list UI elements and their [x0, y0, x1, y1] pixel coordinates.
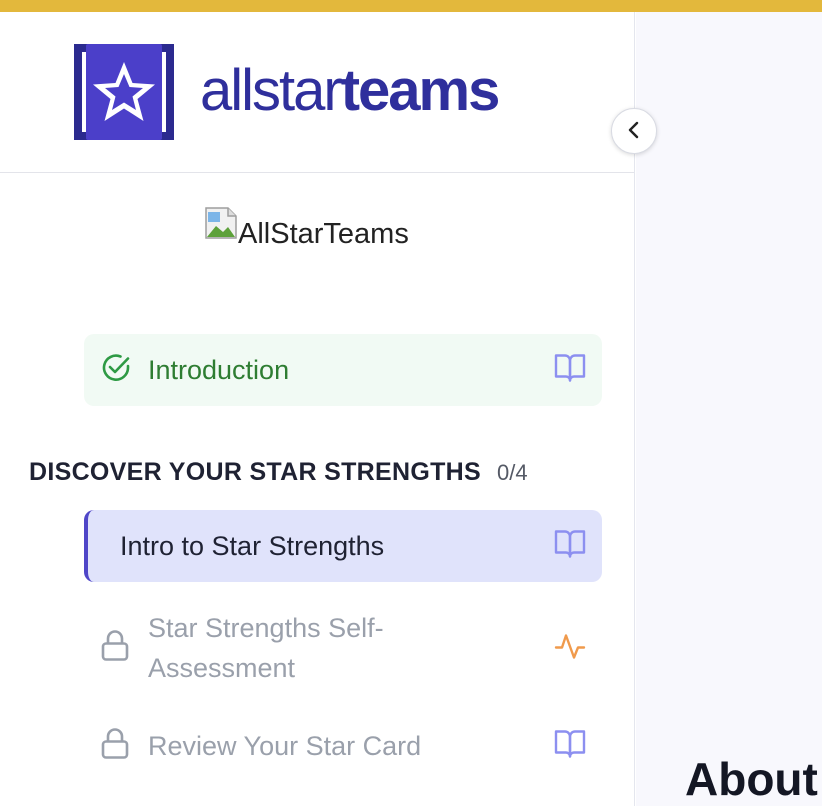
broken-image-icon [204, 206, 238, 245]
sidebar: allstarteams AllStarTeams Introduction D… [0, 12, 635, 806]
nav-item-label: Introduction [148, 355, 290, 385]
chevron-left-icon [624, 120, 644, 143]
lock-icon [100, 727, 130, 766]
main-content [636, 12, 822, 806]
logo-text-light: allstar [200, 58, 343, 123]
collapse-sidebar-button[interactable] [611, 108, 657, 154]
broken-image-alt-text: AllStarTeams [238, 218, 409, 250]
book-icon [554, 529, 586, 564]
nav-item-intro-star-strengths[interactable]: Intro to Star Strengths [84, 510, 602, 582]
broken-image: AllStarTeams [204, 206, 409, 249]
nav-item-star-strengths-self-assessment[interactable]: Star Strengths Self-Assessment [84, 604, 602, 692]
page-heading: About [685, 753, 818, 805]
logo-header: allstarteams [0, 12, 634, 173]
section-progress-count: 0/4 [496, 460, 528, 485]
check-circle-icon [100, 352, 132, 389]
nav-item-review-star-card[interactable]: Review Your Star Card [84, 710, 602, 782]
section-heading: DISCOVER YOUR STAR STRENGTHS 0/4 [29, 458, 528, 487]
book-icon [554, 729, 586, 764]
nav-item-introduction[interactable]: Introduction [84, 334, 602, 406]
book-icon [554, 353, 586, 388]
nav-item-label: Intro to Star Strengths [120, 531, 385, 561]
activity-icon [554, 630, 586, 667]
nav-item-label: Review Your Star Card [148, 731, 422, 761]
lock-icon [100, 629, 130, 668]
section-title: DISCOVER YOUR STAR STRENGTHS [29, 458, 481, 486]
top-accent-bar [0, 0, 822, 12]
logo-text-bold: teams [340, 58, 501, 123]
nav-item-label: Star Strengths Self-Assessment [148, 613, 384, 683]
brand-logo-text[interactable]: allstarteams [200, 62, 500, 120]
star-logo-icon[interactable] [74, 44, 174, 145]
